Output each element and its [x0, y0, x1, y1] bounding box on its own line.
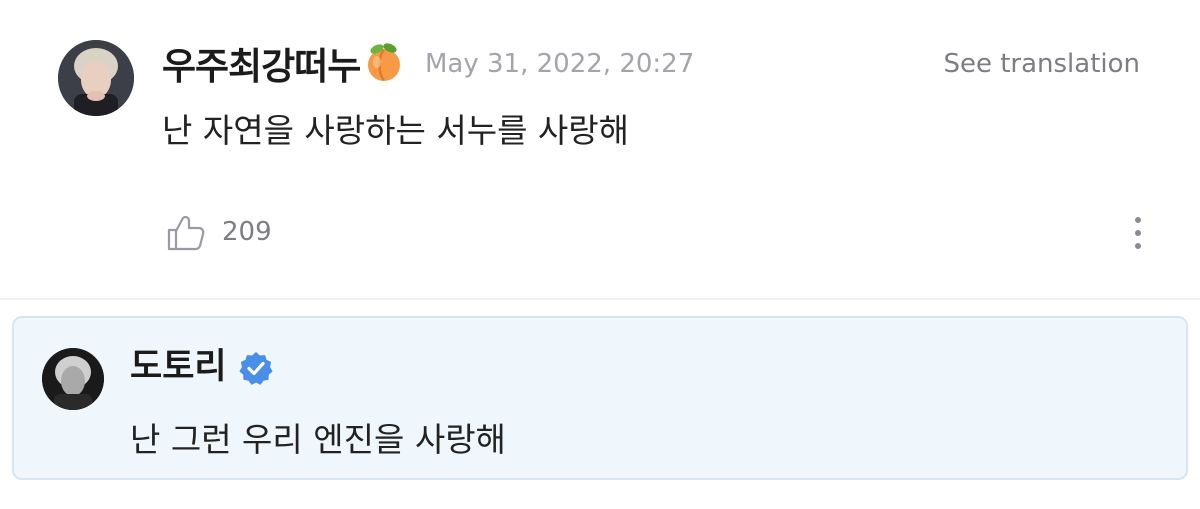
artist-reply: 도토리 난 그런 우리 엔진을 사랑해 [12, 316, 1188, 480]
comment-timestamp: May 31, 2022, 20:27 [425, 49, 695, 79]
avatar-portrait [58, 40, 134, 116]
avatar[interactable] [58, 40, 134, 116]
like-button[interactable] [166, 214, 206, 252]
like-count: 209 [222, 217, 272, 247]
comment-text: 난 자연을 사랑하는 서누를 사랑해 [162, 111, 629, 150]
divider [0, 298, 1200, 300]
more-options-button[interactable] [1128, 213, 1148, 253]
avatar[interactable] [42, 348, 104, 410]
fan-comment: 우주최강떠누 May 31, 2022, 20:27 See translati… [0, 0, 1200, 298]
peach-emoji-icon [362, 40, 406, 97]
reply-text: 난 그런 우리 엔진을 사랑해 [130, 420, 506, 459]
username-text: 우주최강떠누 [162, 45, 361, 88]
comment-thread: 우주최강떠누 May 31, 2022, 20:27 See translati… [0, 0, 1200, 509]
thumbs-up-icon [167, 215, 205, 251]
see-translation-link[interactable]: See translation [943, 44, 1140, 84]
avatar-portrait [42, 348, 104, 410]
more-vertical-icon [1135, 217, 1141, 249]
verified-badge-icon [238, 350, 274, 386]
reply-username[interactable]: 도토리 [130, 344, 227, 390]
comment-username[interactable]: 우주최강떠누 [162, 40, 406, 97]
